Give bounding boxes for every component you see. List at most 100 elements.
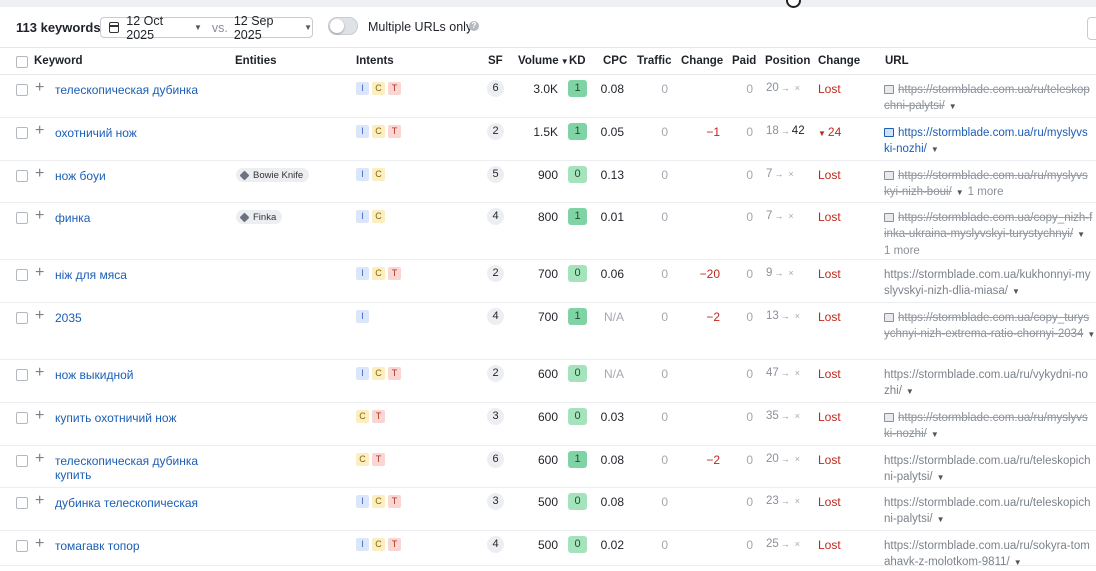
url-dropdown-icon[interactable]: ▼ [931, 145, 939, 154]
url-link-cont[interactable]: slyvskyi-nizh-dlia-miasa/ [884, 285, 1008, 297]
col-entities[interactable]: Entities [235, 55, 277, 67]
keyword-link[interactable]: телескопическая дубинка [55, 83, 205, 97]
serp-features-count[interactable]: 2 [487, 265, 504, 282]
add-keyword-icon[interactable]: + [35, 264, 44, 282]
url-link[interactable]: https://stormblade.com.ua/ru/myslyvs [898, 412, 1088, 424]
col-traffic[interactable]: Traffic [637, 55, 672, 67]
entity-chip[interactable]: Finka [236, 210, 283, 224]
keyword-link[interactable]: финка [55, 211, 205, 225]
url-dropdown-icon[interactable]: ▼ [1077, 230, 1085, 239]
url-dropdown-icon[interactable]: ▼ [956, 188, 964, 197]
col-kd[interactable]: KD [569, 55, 586, 67]
url-dropdown-icon[interactable]: ▼ [937, 515, 945, 524]
url-link-cont[interactable]: ki-nozhi/ [884, 143, 927, 155]
chevron-down-icon[interactable]: ▼ [194, 23, 202, 32]
more-urls-link[interactable]: 1 more [884, 243, 1096, 259]
select-all-checkbox[interactable] [16, 56, 28, 68]
url-link[interactable]: https://stormblade.com.ua/ru/teleskop [898, 84, 1090, 96]
url-dropdown-icon[interactable]: ▼ [906, 387, 914, 396]
row-checkbox[interactable] [16, 212, 28, 224]
col-intents[interactable]: Intents [356, 55, 394, 67]
row-checkbox[interactable] [16, 540, 28, 552]
row-checkbox[interactable] [16, 170, 28, 182]
serp-features-count[interactable]: 4 [487, 208, 504, 225]
chevron-down-icon[interactable]: ▼ [304, 23, 312, 32]
entity-chip[interactable]: Bowie Knife [236, 168, 310, 182]
add-keyword-icon[interactable]: + [35, 492, 44, 510]
col-change[interactable]: Change [681, 55, 723, 67]
add-keyword-icon[interactable]: + [35, 407, 44, 425]
serp-features-count[interactable]: 4 [487, 308, 504, 325]
add-keyword-icon[interactable]: + [35, 535, 44, 553]
url-dropdown-icon[interactable]: ▼ [1087, 330, 1095, 339]
url-dropdown-icon[interactable]: ▼ [931, 430, 939, 439]
serp-features-count[interactable]: 6 [487, 451, 504, 468]
url-link-cont[interactable]: zhi/ [884, 385, 902, 397]
url-link-cont[interactable]: ni-palytsi/ [884, 471, 933, 483]
date-range-picker[interactable]: 12 Oct 2025 ▼ vs. 12 Sep 2025 ▼ [100, 14, 313, 42]
serp-features-count[interactable]: 2 [487, 123, 504, 140]
url-link[interactable]: https://stormblade.com.ua/ru/sokyra-tom [884, 540, 1090, 552]
add-keyword-icon[interactable]: + [35, 122, 44, 140]
url-link-cont[interactable]: inka-ukraina-myslyvskyi-turystychnyi/ [884, 228, 1073, 240]
url-dropdown-icon[interactable]: ▼ [1012, 287, 1020, 296]
col-url[interactable]: URL [885, 55, 909, 67]
url-link[interactable]: https://stormblade.com.ua/copy_turys [898, 312, 1089, 324]
keyword-link[interactable]: купить охотничий нож [55, 411, 205, 425]
url-link[interactable]: https://stormblade.com.ua/ru/vykydni-no [884, 369, 1088, 381]
serp-features-count[interactable]: 2 [487, 365, 504, 382]
url-link[interactable]: https://stormblade.com.ua/ru/teleskopich [884, 455, 1090, 467]
row-checkbox[interactable] [16, 412, 28, 424]
url-link-cont[interactable]: ki-nozhi/ [884, 428, 927, 440]
col-volume[interactable]: Volume ▼ [518, 55, 569, 67]
col-position[interactable]: Position [765, 55, 810, 67]
more-urls-link[interactable]: 1 more [968, 186, 1004, 198]
url-link[interactable]: https://stormblade.com.ua/ru/myslyvs [898, 127, 1088, 139]
col-paid[interactable]: Paid [732, 55, 756, 67]
col-keyword[interactable]: Keyword [34, 55, 83, 67]
row-checkbox[interactable] [16, 312, 28, 324]
multiple-urls-toggle[interactable] [328, 17, 358, 35]
keyword-link[interactable]: ніж для мяса [55, 268, 205, 282]
url-link-cont[interactable]: ni-palytsi/ [884, 513, 933, 525]
serp-features-count[interactable]: 5 [487, 166, 504, 183]
row-checkbox[interactable] [16, 127, 28, 139]
serp-features-count[interactable]: 3 [487, 408, 504, 425]
serp-features-count[interactable]: 6 [487, 80, 504, 97]
url-link[interactable]: https://stormblade.com.ua/ru/myslyvs [898, 170, 1088, 182]
add-keyword-icon[interactable]: + [35, 450, 44, 468]
col-change-position[interactable]: Change [818, 55, 860, 67]
url-link-cont[interactable]: kyi-nizh-boui/ [884, 186, 952, 198]
add-keyword-icon[interactable]: + [35, 364, 44, 382]
add-keyword-icon[interactable]: + [35, 79, 44, 97]
row-checkbox[interactable] [16, 369, 28, 381]
help-icon[interactable]: ? [469, 21, 479, 31]
keyword-link[interactable]: охотничий нож [55, 126, 205, 140]
url-dropdown-icon[interactable]: ▼ [937, 473, 945, 482]
url-link-cont[interactable]: ahavk-z-molotkom-9811/ [884, 556, 1010, 568]
row-checkbox[interactable] [16, 497, 28, 509]
keyword-link[interactable]: нож боуи [55, 169, 205, 183]
add-keyword-icon[interactable]: + [35, 165, 44, 183]
keyword-link[interactable]: телескопическая дубинка купить [55, 454, 205, 482]
keyword-link[interactable]: дубинка телескопическая [55, 496, 205, 510]
url-link[interactable]: https://stormblade.com.ua/ru/teleskopich [884, 497, 1090, 509]
toolbar-corner-button[interactable] [1087, 17, 1096, 40]
row-checkbox[interactable] [16, 269, 28, 281]
col-sf[interactable]: SF [488, 55, 503, 67]
keyword-link[interactable]: нож выкидной [55, 368, 205, 382]
row-checkbox[interactable] [16, 455, 28, 467]
add-keyword-icon[interactable]: + [35, 207, 44, 225]
url-link[interactable]: https://stormblade.com.ua/copy_nizh-f [898, 212, 1092, 224]
serp-features-count[interactable]: 3 [487, 493, 504, 510]
keyword-link[interactable]: томагавк топор [55, 539, 205, 553]
serp-features-count[interactable]: 4 [487, 536, 504, 553]
url-link-cont[interactable]: chni-palytsi/ [884, 100, 945, 112]
col-cpc[interactable]: CPC [603, 55, 627, 67]
url-dropdown-icon[interactable]: ▼ [949, 102, 957, 111]
keyword-link[interactable]: 2035 [55, 311, 205, 325]
url-link[interactable]: https://stormblade.com.ua/kukhonnyi-my [884, 269, 1090, 281]
add-keyword-icon[interactable]: + [35, 307, 44, 325]
url-link-cont[interactable]: ychnyi-nizh-extrema-ratio-chornyi-2034 [884, 328, 1083, 340]
row-checkbox[interactable] [16, 84, 28, 96]
